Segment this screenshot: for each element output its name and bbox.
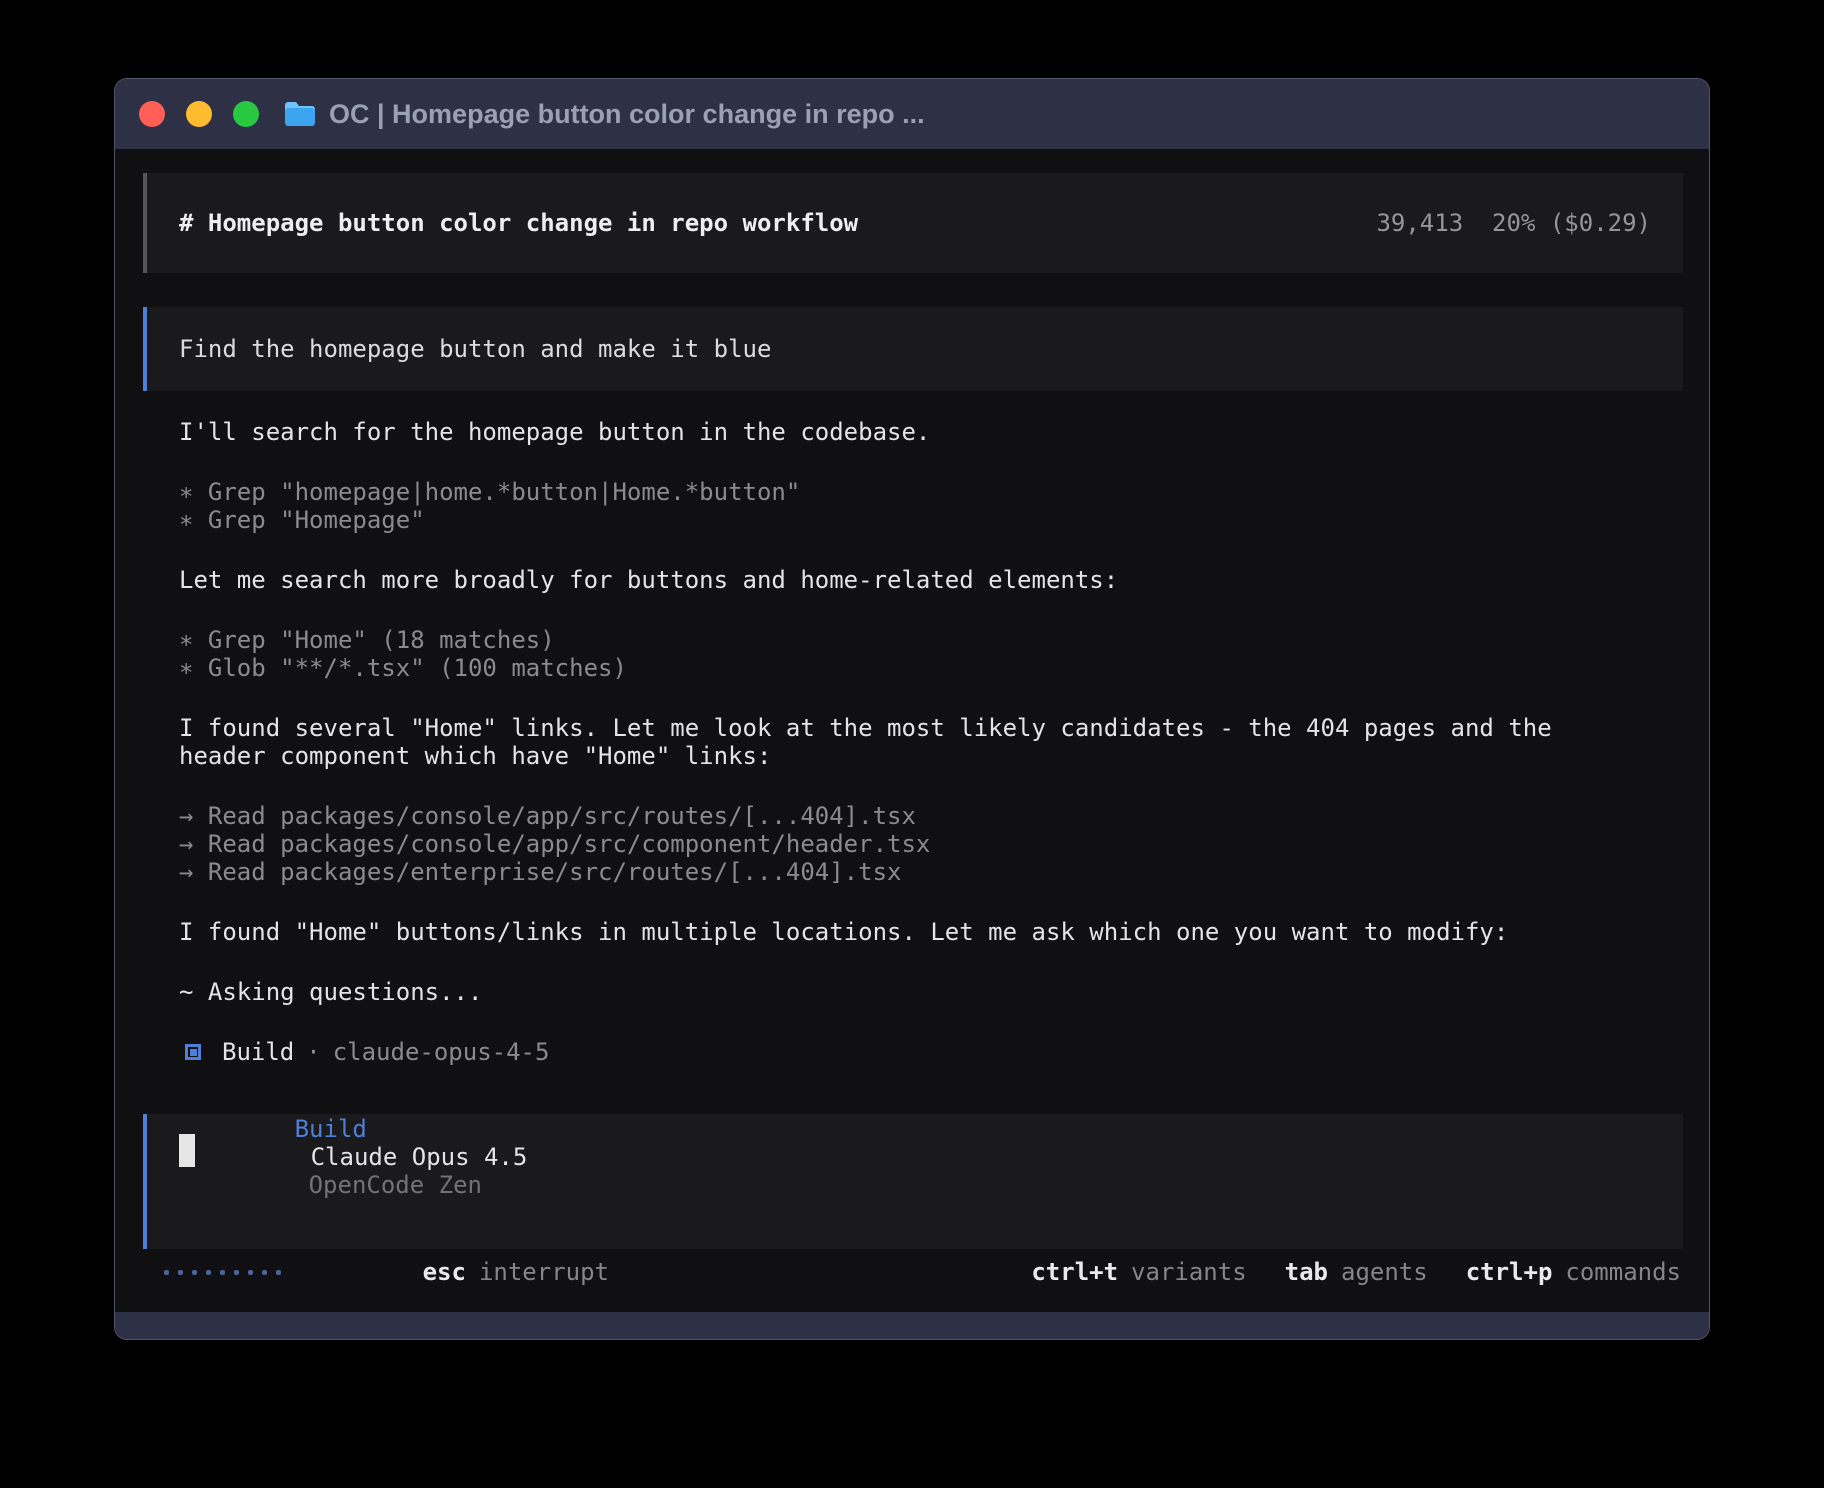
spinner-dot	[262, 1270, 267, 1275]
spinner-dot	[220, 1270, 225, 1275]
spinner-dot	[192, 1270, 197, 1275]
tool-call-line: → Read packages/console/app/src/routes/[…	[179, 802, 1681, 830]
traffic-lights	[139, 101, 259, 127]
tool-call-line: ∗ Grep "homepage|home.*button|Home.*butt…	[179, 478, 1681, 506]
input-model-row: Build Claude Opus 4.5 OpenCode Zen	[179, 1087, 527, 1227]
user-message-text: Find the homepage button and make it blu…	[179, 335, 771, 363]
tool-call-line: ∗ Grep "Homepage"	[179, 506, 1681, 534]
tool-call-block: ∗ Grep "homepage|home.*button|Home.*butt…	[179, 478, 1681, 534]
hint-key: esc	[423, 1258, 466, 1286]
assistant-text-block: I'll search for the homepage button in t…	[179, 418, 1681, 446]
hint-commands: ctrl+p commands	[1466, 1258, 1681, 1286]
hint-label: agents	[1341, 1258, 1428, 1286]
title-bar: OC | Homepage button color change in rep…	[115, 79, 1709, 149]
session-title: # Homepage button color change in repo w…	[179, 209, 858, 237]
minimize-button[interactable]	[186, 101, 212, 127]
terminal-content: # Homepage button color change in repo w…	[115, 149, 1709, 1312]
hint-interrupt: esc interrupt	[307, 1230, 609, 1314]
input-provider-label: OpenCode Zen	[309, 1171, 482, 1199]
tool-call-line: ∗ Glob "**/*.tsx" (100 matches)	[179, 654, 1681, 682]
hint-key: ctrl+p	[1466, 1258, 1553, 1286]
agent-status-line: Build · claude-opus-4-5	[185, 1038, 1681, 1066]
input-agent-label: Build	[295, 1115, 367, 1143]
assistant-text-line: header component which have "Home" links…	[179, 742, 1681, 770]
prompt-input[interactable]: Build Claude Opus 4.5 OpenCode Zen	[143, 1114, 1683, 1249]
hint-label: variants	[1131, 1258, 1247, 1286]
hint-agents: tab agents	[1285, 1258, 1428, 1286]
tool-call-line: → Read packages/console/app/src/componen…	[179, 830, 1681, 858]
terminal-window: OC | Homepage button color change in rep…	[114, 78, 1710, 1340]
assistant-text-line: I found "Home" buttons/links in multiple…	[179, 918, 1681, 946]
input-model-label: Claude Opus 4.5	[311, 1143, 528, 1171]
folder-icon	[283, 100, 317, 128]
spinner-dot	[234, 1270, 239, 1275]
close-button[interactable]	[139, 101, 165, 127]
hint-variants: ctrl+t variants	[1031, 1258, 1246, 1286]
assistant-text-line: Let me search more broadly for buttons a…	[179, 566, 1681, 594]
zoom-button[interactable]	[233, 101, 259, 127]
tool-call-line: ∗ Grep "Home" (18 matches)	[179, 626, 1681, 654]
tool-call-line: → Read packages/enterprise/src/routes/[.…	[179, 858, 1681, 886]
transcript: I'll search for the homepage button in t…	[179, 418, 1681, 1066]
assistant-text-block: I found "Home" buttons/links in multiple…	[179, 918, 1681, 946]
window-bottom-strip	[115, 1312, 1709, 1339]
spinner-dot	[178, 1270, 183, 1275]
agent-separator: ·	[306, 1038, 320, 1066]
spinner-dot	[206, 1270, 211, 1275]
spinner-dot	[248, 1270, 253, 1275]
spinner-dot	[164, 1270, 169, 1275]
agent-model: claude-opus-4-5	[333, 1038, 550, 1066]
hints-right: ctrl+t variants tab agents ctrl+p commands	[1031, 1258, 1681, 1286]
hint-label: commands	[1565, 1258, 1681, 1286]
hint-key: tab	[1285, 1258, 1328, 1286]
window-title: OC | Homepage button color change in rep…	[329, 99, 925, 130]
assistant-text-block: Let me search more broadly for buttons a…	[179, 566, 1681, 594]
user-message-panel: Find the homepage button and make it blu…	[143, 307, 1683, 391]
assistant-text-block: I found several "Home" links. Let me loo…	[179, 714, 1681, 770]
agent-name: Build	[222, 1038, 294, 1066]
tool-call-block: → Read packages/console/app/src/routes/[…	[179, 802, 1681, 886]
assistant-text-line: ~ Asking questions...	[179, 978, 1681, 1006]
session-header-panel: # Homepage button color change in repo w…	[143, 173, 1683, 273]
tool-call-block: ∗ Grep "Home" (18 matches)∗ Glob "**/*.t…	[179, 626, 1681, 682]
spinner-dot	[276, 1270, 281, 1275]
assistant-text-line: I found several "Home" links. Let me loo…	[179, 714, 1681, 742]
status-bar: escinterrupt ctrl+tvariantstabagentsctrl…	[164, 1258, 1681, 1286]
agent-icon	[185, 1044, 201, 1060]
session-stats: 39,413 20% ($0.29)	[1376, 209, 1651, 237]
assistant-text-line: I'll search for the homepage button in t…	[179, 418, 1681, 446]
spinner-dots	[164, 1270, 281, 1275]
hint-key: ctrl+t	[1031, 1258, 1118, 1286]
hint-label: interrupt	[479, 1258, 609, 1286]
assistant-text-block: ~ Asking questions...	[179, 978, 1681, 1006]
